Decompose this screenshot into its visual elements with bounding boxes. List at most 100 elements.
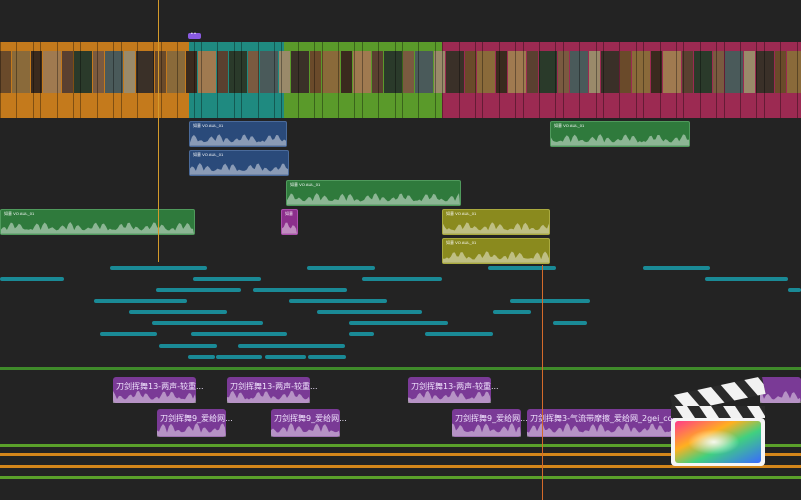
video-thumbnail xyxy=(589,51,600,93)
playhead-line[interactable] xyxy=(542,265,543,500)
title-clip[interactable] xyxy=(553,321,587,325)
audio-clip[interactable]: 如意 xyxy=(281,209,298,235)
video-thumbnail xyxy=(260,51,278,93)
clip-divider xyxy=(32,42,34,118)
title-clip[interactable] xyxy=(788,288,801,292)
title-clip[interactable] xyxy=(265,355,306,359)
clip-divider xyxy=(740,42,741,118)
title-clip[interactable] xyxy=(425,332,493,336)
waveform xyxy=(287,193,460,205)
waveform xyxy=(452,423,521,437)
clip-divider xyxy=(96,42,98,118)
clip-divider xyxy=(458,42,460,118)
title-clip[interactable] xyxy=(349,321,448,325)
music-clip[interactable]: 刀剑挥舞9_爱给网... xyxy=(271,409,347,437)
clip-divider xyxy=(0,42,1,118)
title-clip[interactable] xyxy=(488,266,556,270)
clip-label: 如意 VO AUL_01 xyxy=(290,182,321,187)
title-clip[interactable] xyxy=(493,310,531,314)
clip-divider xyxy=(418,42,420,118)
title-clip[interactable] xyxy=(188,355,215,359)
audio-clip[interactable]: 如意 VO AUL_01 xyxy=(550,121,690,147)
clip-divider xyxy=(73,42,74,118)
title-clip[interactable] xyxy=(643,266,710,270)
clip-divider xyxy=(321,42,323,118)
title-clip[interactable] xyxy=(100,332,157,336)
title-clip[interactable] xyxy=(94,299,187,303)
clip-divider xyxy=(683,42,685,118)
title-clip[interactable] xyxy=(510,299,590,303)
video-thumbnail xyxy=(663,51,681,93)
video-thumbnail xyxy=(62,51,73,93)
music-clip[interactable]: 刀剑挥舞9_爱给网... xyxy=(157,409,233,437)
clip-divider xyxy=(539,42,540,118)
music-clip[interactable]: 刀剑挥舞13-两声-较重... xyxy=(113,377,204,403)
audio-clip[interactable]: 如意 VO AUL_01 xyxy=(442,238,550,264)
timeline-marker[interactable]: • • xyxy=(188,31,201,39)
music-clip[interactable]: 刀剑挥舞13-两声-较重... xyxy=(227,377,318,403)
music-clip[interactable]: 刀剑挥舞3-气流带摩擦_爱给网_2gei_com xyxy=(527,409,680,437)
video-thumbnail xyxy=(341,51,352,93)
clip-divider xyxy=(619,42,621,118)
title-clip[interactable] xyxy=(216,355,262,359)
clip-divider xyxy=(241,42,243,118)
video-thumbnail xyxy=(713,51,724,93)
primary-storyline xyxy=(0,42,801,118)
clip-divider xyxy=(498,42,500,118)
title-clip[interactable] xyxy=(307,266,375,270)
video-thumbnail xyxy=(229,51,247,93)
music-clip[interactable]: 刀剑挥舞9_爱给网... xyxy=(452,409,528,437)
title-clip[interactable] xyxy=(156,288,241,292)
clip-divider xyxy=(217,42,219,118)
title-clip[interactable] xyxy=(238,344,345,348)
clip-divider xyxy=(796,42,798,118)
waveform xyxy=(227,390,310,403)
title-clip[interactable] xyxy=(705,277,788,281)
music-clip[interactable]: 刀剑挥舞13-两声-较重... xyxy=(408,377,499,403)
clip-divider xyxy=(699,42,701,118)
clip-divider xyxy=(274,42,275,118)
waveform xyxy=(443,251,549,263)
clip-label: 如意 xyxy=(285,211,293,216)
title-clip[interactable] xyxy=(191,332,287,336)
clip-divider xyxy=(338,42,339,118)
title-clip[interactable] xyxy=(193,277,261,281)
final-cut-pro-clapper-icon xyxy=(670,376,766,466)
title-clip[interactable] xyxy=(253,288,347,292)
video-thumbnail xyxy=(384,51,402,93)
video-thumbnail xyxy=(787,51,801,93)
clip-divider xyxy=(643,42,645,118)
video-thumbnail xyxy=(93,51,104,93)
title-clip[interactable] xyxy=(152,321,263,325)
video-thumbnail xyxy=(186,51,197,93)
audio-clip[interactable]: 如意 VO AUL_01 xyxy=(189,150,289,176)
clip-divider xyxy=(442,42,444,118)
waveform xyxy=(443,222,549,234)
title-clip[interactable] xyxy=(289,299,387,303)
clip-divider xyxy=(635,42,637,118)
title-clip[interactable] xyxy=(0,277,64,281)
audio-clip[interactable]: 如意 VO AUL_01 xyxy=(0,209,195,235)
clip-divider xyxy=(780,42,782,118)
clip-divider xyxy=(723,42,725,118)
waveform xyxy=(408,390,491,403)
title-clip[interactable] xyxy=(110,266,207,270)
clip-label: 如意 VO AUL_01 xyxy=(4,211,35,216)
skimmer-line[interactable] xyxy=(158,0,159,262)
clip-divider xyxy=(522,42,524,118)
title-clip[interactable] xyxy=(159,344,217,348)
title-clip[interactable] xyxy=(349,332,374,336)
clip-divider xyxy=(595,42,597,118)
audio-clip[interactable]: 如意 VO AUL_01 xyxy=(286,180,461,206)
clip-label: 如意 VO AUL_01 xyxy=(193,123,224,128)
clip-divider xyxy=(113,42,115,118)
audio-clip[interactable]: 如意 VO AUL_01 xyxy=(442,209,550,235)
title-clip[interactable] xyxy=(317,310,422,314)
marker-label: • • xyxy=(191,31,196,37)
title-clip[interactable] xyxy=(129,310,227,314)
clip-label: 如意 VO AUL_01 xyxy=(446,211,477,216)
title-clip[interactable] xyxy=(362,277,442,281)
title-clip[interactable] xyxy=(308,355,346,359)
audio-clip[interactable]: 如意 VO AUL_01 xyxy=(189,121,287,147)
timeline[interactable]: 如意 VO AUL_01 如意 VO AUL_01 如意 VO AUL_01 如… xyxy=(0,0,801,500)
